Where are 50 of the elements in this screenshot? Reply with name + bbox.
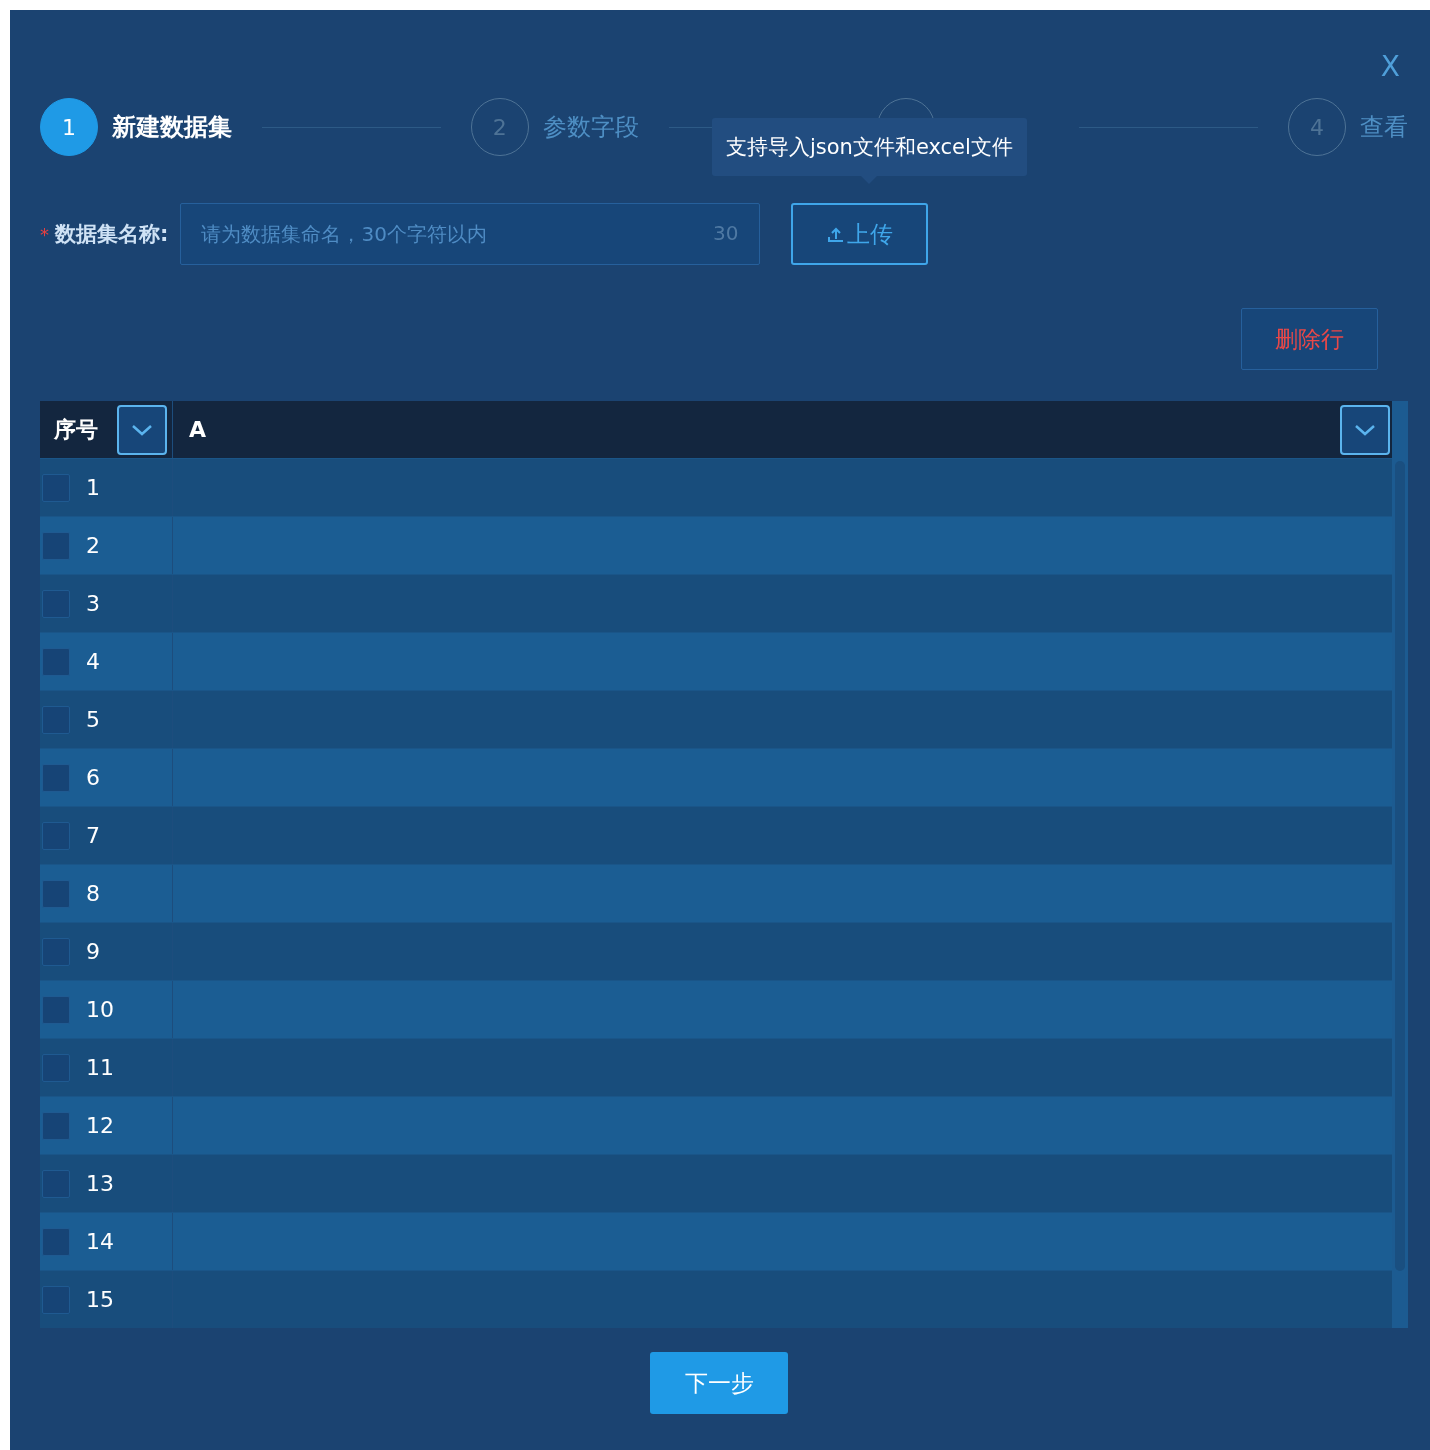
row-checkbox[interactable] [42, 1285, 70, 1314]
column-dropdown[interactable] [117, 404, 167, 455]
step-label: 参数字段 [542, 112, 639, 143]
chevron-down-icon [1354, 423, 1376, 436]
row-number: 8 [86, 881, 100, 906]
row-number: 13 [86, 1171, 114, 1196]
column-header: 序号 [54, 415, 98, 444]
row-number: 7 [86, 823, 100, 848]
step-label: 查看 [1360, 112, 1408, 143]
field-label: 数据集名称: [55, 221, 169, 248]
upload-button[interactable]: 上传 [791, 203, 929, 265]
row-checkbox[interactable] [42, 1111, 70, 1140]
chevron-down-icon [131, 423, 153, 436]
row-number: 10 [86, 997, 114, 1022]
row-number: 14 [86, 1229, 114, 1254]
row-number: 4 [86, 649, 100, 674]
row-number: 3 [86, 591, 100, 616]
step-number: 1 [40, 98, 98, 156]
column-header: A [189, 417, 207, 442]
close-button[interactable]: X [1380, 50, 1400, 83]
row-number: 11 [86, 1055, 114, 1080]
row-number: 6 [86, 765, 100, 790]
row-checkbox[interactable] [42, 1053, 70, 1082]
row-number: 5 [86, 707, 100, 732]
upload-icon [826, 225, 845, 243]
row-checkbox[interactable] [42, 763, 70, 792]
required-mark: * [40, 223, 49, 245]
row-checkbox[interactable] [42, 879, 70, 908]
row-checkbox[interactable] [42, 705, 70, 734]
row-number: 12 [86, 1113, 114, 1138]
step-label: 新建数据集 [112, 112, 232, 143]
tooltip: 支持导入json文件和excel文件 [712, 118, 1027, 176]
column-dropdown[interactable] [1340, 404, 1390, 455]
scrollbar[interactable] [1392, 401, 1408, 1328]
row-checkbox[interactable] [42, 821, 70, 850]
row-checkbox[interactable] [42, 531, 70, 560]
row-checkbox[interactable] [42, 1169, 70, 1198]
row-checkbox[interactable] [42, 1227, 70, 1256]
row-checkbox[interactable] [42, 589, 70, 618]
row-number: 9 [86, 939, 100, 964]
row-number: 15 [86, 1287, 114, 1312]
character-counter: 30 [712, 221, 739, 245]
next-step-button[interactable]: 下一步 [650, 1352, 788, 1414]
row-checkbox[interactable] [42, 647, 70, 676]
delete-row-button[interactable]: 删除行 [1241, 308, 1378, 370]
row-number: 1 [86, 475, 100, 500]
row-checkbox[interactable] [42, 937, 70, 966]
row-number: 2 [86, 533, 100, 558]
row-checkbox[interactable] [42, 995, 70, 1024]
row-checkbox[interactable] [42, 473, 70, 502]
